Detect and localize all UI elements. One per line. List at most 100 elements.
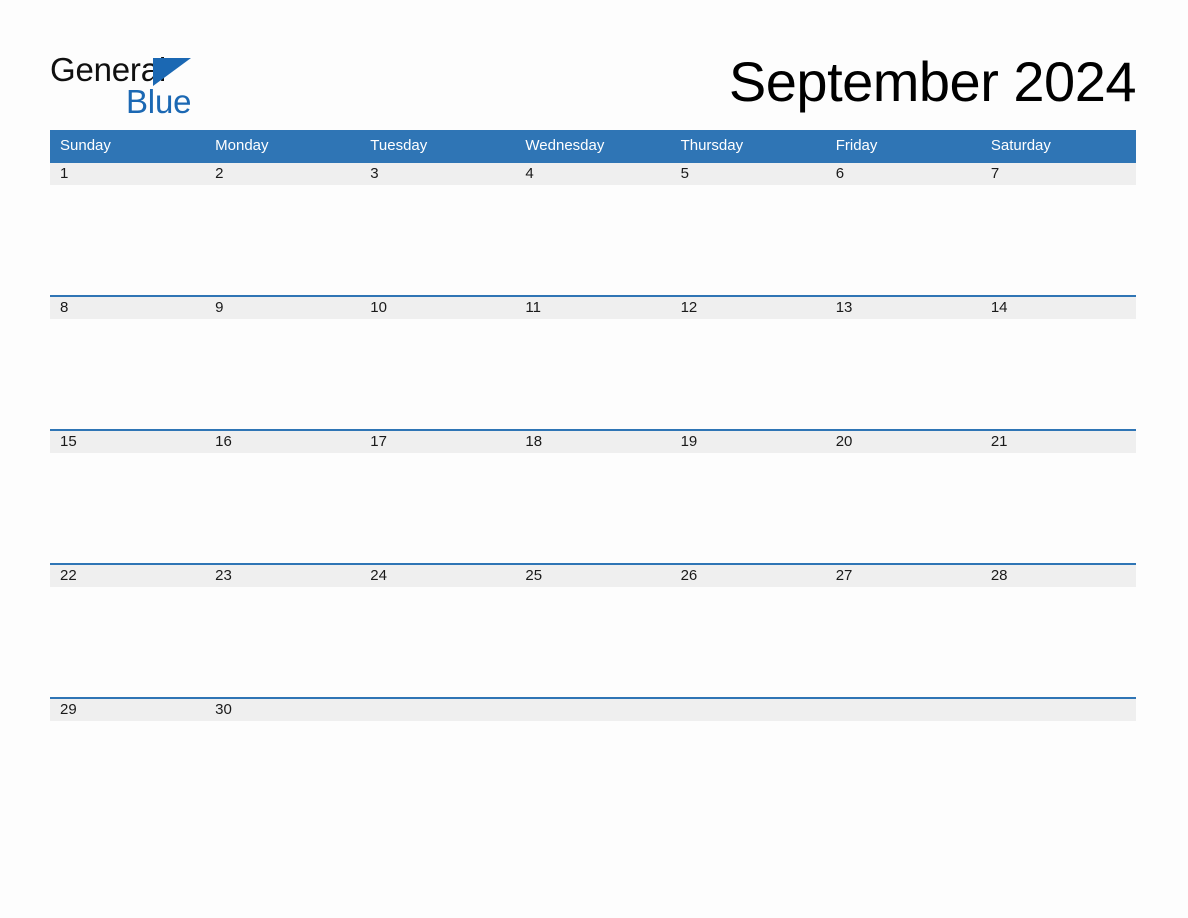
date-cell[interactable]: 11 xyxy=(515,297,671,319)
day-body-cell-empty xyxy=(360,721,515,831)
day-body-cell[interactable] xyxy=(981,587,1136,697)
date-band: 29 30 xyxy=(50,699,1136,721)
day-body-band xyxy=(50,319,1136,429)
week-row: 29 30 xyxy=(50,697,1136,831)
date-cell[interactable]: 26 xyxy=(671,565,826,587)
weekday-wednesday: Wednesday xyxy=(525,137,605,154)
day-body-cell[interactable] xyxy=(515,587,670,697)
day-body-cell-empty xyxy=(671,721,826,831)
brand-logo: General Blue xyxy=(50,52,350,122)
day-body-cell[interactable] xyxy=(826,319,981,429)
date-cell[interactable]: 6 xyxy=(826,163,981,185)
week-row: 15 16 17 18 19 20 21 xyxy=(50,429,1136,563)
day-body-band xyxy=(50,721,1136,831)
page-title: September 2024 xyxy=(728,50,1137,113)
date-band: 8 9 10 11 12 13 14 xyxy=(50,297,1136,319)
day-body-band xyxy=(50,453,1136,563)
date-band: 1 2 3 4 5 6 7 xyxy=(50,163,1136,185)
day-body-cell[interactable] xyxy=(205,319,360,429)
date-cell[interactable]: 17 xyxy=(360,431,516,453)
date-cell-empty xyxy=(826,699,981,721)
date-cell[interactable]: 8 xyxy=(50,297,206,319)
day-body-cell[interactable] xyxy=(671,587,826,697)
date-cell[interactable]: 13 xyxy=(826,297,981,319)
date-cell[interactable]: 14 xyxy=(981,297,1136,319)
date-cell[interactable]: 27 xyxy=(826,565,981,587)
weekday-tuesday: Tuesday xyxy=(370,137,428,154)
date-cell[interactable]: 21 xyxy=(981,431,1136,453)
day-body-cell[interactable] xyxy=(671,319,826,429)
date-cell[interactable]: 28 xyxy=(981,565,1136,587)
date-cell[interactable]: 19 xyxy=(671,431,826,453)
date-cell[interactable]: 10 xyxy=(360,297,516,319)
day-body-cell[interactable] xyxy=(515,185,670,295)
date-cell[interactable]: 16 xyxy=(205,431,361,453)
date-cell[interactable]: 7 xyxy=(981,163,1136,185)
date-cell-empty xyxy=(671,699,826,721)
date-cell[interactable]: 22 xyxy=(50,565,206,587)
day-body-cell[interactable] xyxy=(360,185,515,295)
day-body-cell[interactable] xyxy=(360,587,515,697)
day-body-cell[interactable] xyxy=(205,721,360,831)
date-cell[interactable]: 1 xyxy=(50,163,206,185)
day-body-cell-empty xyxy=(515,721,670,831)
day-body-cell-empty xyxy=(981,721,1136,831)
week-row: 1 2 3 4 5 6 7 xyxy=(50,161,1136,295)
date-band: 15 16 17 18 19 20 21 xyxy=(50,431,1136,453)
date-cell[interactable]: 20 xyxy=(826,431,981,453)
week-row: 8 9 10 11 12 13 14 xyxy=(50,295,1136,429)
date-cell[interactable]: 5 xyxy=(671,163,826,185)
date-cell-empty xyxy=(981,699,1136,721)
weekday-thursday: Thursday xyxy=(680,137,744,154)
calendar-page: General Blue September 2024 Sunday Monda… xyxy=(0,0,1188,918)
date-cell[interactable]: 2 xyxy=(205,163,361,185)
date-cell[interactable]: 3 xyxy=(360,163,516,185)
day-body-cell[interactable] xyxy=(826,185,981,295)
brand-name-blue: Blue xyxy=(126,83,192,120)
day-body-cell[interactable] xyxy=(671,185,826,295)
day-body-cell[interactable] xyxy=(671,453,826,563)
date-cell-empty xyxy=(515,699,671,721)
weekday-monday: Monday xyxy=(215,137,269,154)
weekday-sunday: Sunday xyxy=(60,137,111,154)
day-body-cell[interactable] xyxy=(981,319,1136,429)
date-band: 22 23 24 25 26 27 28 xyxy=(50,565,1136,587)
date-cell[interactable]: 15 xyxy=(50,431,206,453)
weekday-header-row: Sunday Monday Tuesday Wednesday Thursday… xyxy=(50,130,1136,161)
day-body-cell[interactable] xyxy=(50,319,205,429)
week-row: 22 23 24 25 26 27 28 xyxy=(50,563,1136,697)
day-body-band xyxy=(50,185,1136,295)
day-body-cell[interactable] xyxy=(515,453,670,563)
weekday-saturday: Saturday xyxy=(990,137,1051,154)
date-cell[interactable]: 24 xyxy=(360,565,516,587)
date-cell[interactable]: 29 xyxy=(50,699,206,721)
day-body-cell[interactable] xyxy=(205,587,360,697)
day-body-cell[interactable] xyxy=(515,319,670,429)
day-body-cell[interactable] xyxy=(826,453,981,563)
day-body-cell[interactable] xyxy=(826,587,981,697)
date-cell[interactable]: 30 xyxy=(205,699,361,721)
day-body-cell[interactable] xyxy=(50,721,205,831)
day-body-cell-empty xyxy=(826,721,981,831)
date-cell[interactable]: 18 xyxy=(515,431,671,453)
date-cell[interactable]: 23 xyxy=(205,565,361,587)
page-header: General Blue September 2024 xyxy=(50,48,1137,122)
day-body-band xyxy=(50,587,1136,697)
day-body-cell[interactable] xyxy=(205,185,360,295)
day-body-cell[interactable] xyxy=(205,453,360,563)
triangle-icon xyxy=(153,58,191,86)
weekday-friday: Friday xyxy=(835,137,878,154)
day-body-cell[interactable] xyxy=(50,185,205,295)
day-body-cell[interactable] xyxy=(981,185,1136,295)
date-cell-empty xyxy=(360,699,516,721)
calendar-grid: Sunday Monday Tuesday Wednesday Thursday… xyxy=(50,130,1136,831)
day-body-cell[interactable] xyxy=(50,453,205,563)
day-body-cell[interactable] xyxy=(360,319,515,429)
date-cell[interactable]: 12 xyxy=(671,297,826,319)
date-cell[interactable]: 4 xyxy=(515,163,671,185)
date-cell[interactable]: 25 xyxy=(515,565,671,587)
day-body-cell[interactable] xyxy=(981,453,1136,563)
date-cell[interactable]: 9 xyxy=(205,297,361,319)
day-body-cell[interactable] xyxy=(50,587,205,697)
day-body-cell[interactable] xyxy=(360,453,515,563)
